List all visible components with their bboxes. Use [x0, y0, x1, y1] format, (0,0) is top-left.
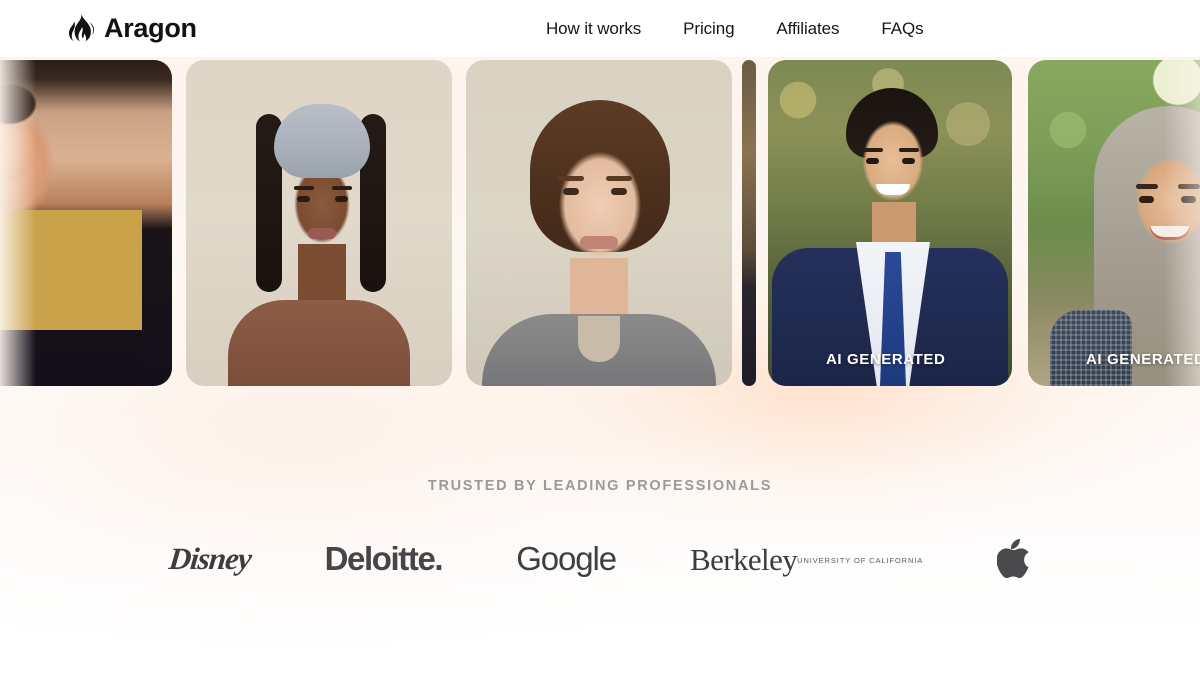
eyebrow-right: [1178, 184, 1200, 189]
face: [550, 140, 650, 270]
apple-logo-icon: [997, 539, 1031, 579]
eye-right: [1181, 196, 1196, 203]
headshot-photo: [0, 60, 172, 386]
eye-right: [902, 158, 915, 164]
headshot-photo: [466, 60, 732, 386]
trusted-heading: TRUSTED BY LEADING PROFESSIONALS: [427, 478, 773, 494]
logo-disney: Disney: [167, 541, 253, 576]
eyebrow-left: [294, 186, 314, 190]
head-wrap: [274, 104, 370, 178]
logo-apple: [997, 539, 1031, 579]
clothing-top: [228, 300, 410, 386]
eye-right: [611, 188, 627, 195]
headshot-photo: [768, 60, 1012, 386]
eyebrow-left: [558, 176, 584, 181]
collar: [578, 316, 620, 362]
trusted-logo-row: Disney Deloitte. Google Berkeley UNIVERS…: [0, 524, 1200, 594]
logo-berkeley: Berkeley UNIVERSITY OF CALIFORNIA: [690, 544, 923, 575]
nav-item-faqs[interactable]: FAQs: [881, 19, 923, 39]
headshot-photo: [186, 60, 452, 386]
uniform-braid: [14, 292, 106, 318]
ai-generated-badge: AI GENERATED: [826, 351, 946, 368]
eye-left: [866, 158, 879, 164]
eyebrow-left: [1136, 184, 1158, 189]
site-header: Aragon How it works Pricing Affiliates F…: [0, 0, 1200, 57]
ai-generated-badge: AI GENERATED: [1086, 351, 1200, 368]
eye-left: [563, 188, 579, 195]
carousel-card-5[interactable]: AI GENERATED: [1028, 60, 1200, 386]
nav-item-pricing[interactable]: Pricing: [683, 19, 734, 39]
logo-google: Google: [516, 540, 617, 577]
eye-right: [335, 196, 348, 202]
headshot-carousel[interactable]: AI GENERATED AI GENERATED: [0, 60, 1200, 386]
uniform-medals: [18, 264, 96, 290]
headshot-photo: [1028, 60, 1200, 386]
headshot-photo: [742, 60, 756, 386]
eyebrow-right: [332, 186, 352, 190]
lips: [308, 228, 336, 239]
brand-name: Aragon: [104, 13, 197, 43]
carousel-card-sliver[interactable]: [742, 60, 756, 386]
landing-page: Aragon How it works Pricing Affiliates F…: [0, 0, 1200, 695]
carousel-card-2[interactable]: [186, 60, 452, 386]
eye-left: [1139, 196, 1154, 203]
eyebrow-right: [606, 176, 632, 181]
eyebrow-right: [899, 148, 919, 152]
flame-icon: [68, 12, 94, 45]
carousel-card-3[interactable]: [466, 60, 732, 386]
main-navigation: How it works Pricing Affiliates FAQs: [546, 0, 924, 57]
lips: [580, 236, 618, 249]
carousel-card-1[interactable]: [0, 60, 172, 386]
carousel-card-4[interactable]: AI GENERATED: [768, 60, 1012, 386]
nav-item-affiliates[interactable]: Affiliates: [776, 19, 839, 39]
eye-left: [297, 196, 310, 202]
nav-item-how-it-works[interactable]: How it works: [546, 19, 641, 39]
clothing-sleeve: [1050, 310, 1132, 386]
logo-berkeley-wordmark: Berkeley: [690, 541, 798, 577]
logo-deloitte: Deloitte.: [324, 540, 444, 577]
brand-logo[interactable]: Aragon: [68, 12, 197, 45]
eyebrow-left: [863, 148, 883, 152]
logo-berkeley-subtitle: UNIVERSITY OF CALIFORNIA: [797, 555, 924, 565]
